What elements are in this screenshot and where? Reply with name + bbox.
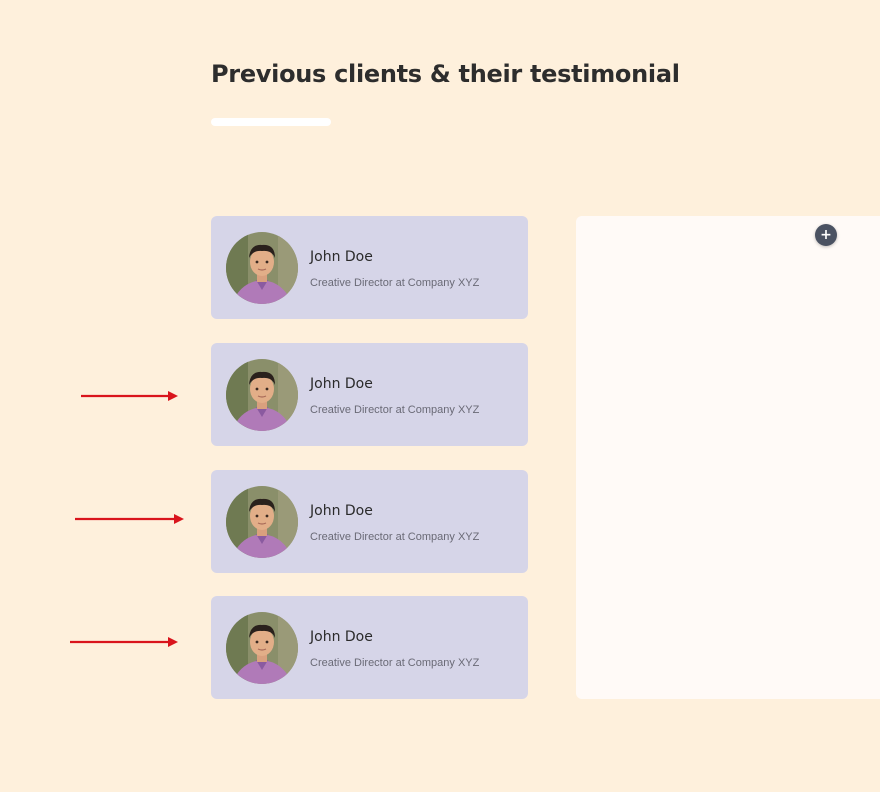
- page-title: Previous clients & their testimonial: [211, 60, 680, 88]
- testimonial-card[interactable]: John Doe Creative Director at Company XY…: [211, 470, 528, 573]
- client-name: John Doe: [310, 629, 373, 645]
- client-role: Creative Director at Company XYZ: [310, 404, 480, 416]
- client-role: Creative Director at Company XYZ: [310, 277, 480, 289]
- add-button[interactable]: +: [815, 224, 837, 246]
- avatar: [226, 486, 298, 558]
- testimonial-card[interactable]: John Doe Creative Director at Company XY…: [211, 343, 528, 446]
- client-role: Creative Director at Company XYZ: [310, 531, 480, 543]
- title-underline: [211, 118, 331, 126]
- plus-icon: +: [820, 227, 832, 243]
- client-name: John Doe: [310, 249, 373, 265]
- testimonial-card[interactable]: John Doe Creative Director at Company XY…: [211, 216, 528, 319]
- arrow-right-icon: [75, 514, 184, 524]
- client-name: John Doe: [310, 503, 373, 519]
- avatar: [226, 359, 298, 431]
- avatar: [226, 232, 298, 304]
- arrow-right-icon: [70, 637, 178, 647]
- testimonial-card[interactable]: John Doe Creative Director at Company XY…: [211, 596, 528, 699]
- client-role: Creative Director at Company XYZ: [310, 657, 480, 669]
- avatar: [226, 612, 298, 684]
- arrow-right-icon: [81, 391, 178, 401]
- testimonial-detail-panel: +: [576, 216, 880, 699]
- client-name: John Doe: [310, 376, 373, 392]
